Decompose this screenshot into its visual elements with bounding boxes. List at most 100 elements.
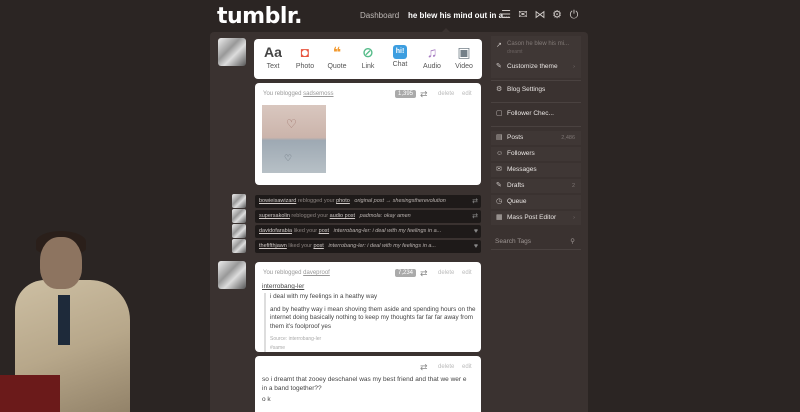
mail-icon[interactable]: ✉ [517, 9, 529, 21]
reblog-icon: ⇄ [472, 198, 478, 205]
app-icon: ▢ [496, 110, 503, 117]
reblog-icon[interactable]: ⇄ [420, 362, 428, 373]
source-blog-link[interactable]: sadsemoss [303, 91, 333, 97]
post-type-quote[interactable]: ❝ Quote [322, 43, 352, 70]
heart-drawing-icon-2: ♡ [284, 153, 293, 163]
sidebar-item-messages[interactable]: ✉ Messages [491, 163, 581, 177]
heart-icon: ♥ [473, 243, 478, 250]
post-card-1: You reblogged sadsemoss 1,395 ⇄ delete e… [255, 83, 481, 185]
divider [491, 80, 581, 81]
divider [491, 102, 581, 103]
grid-icon: ▦ [496, 214, 503, 221]
post-card-2: You reblogged daveproof 7,234 ⇄ delete e… [255, 262, 481, 352]
list-icon[interactable]: ☰ [500, 9, 512, 21]
posts-icon: ▤ [496, 134, 503, 141]
reblog-icon[interactable]: ⇄ [420, 268, 428, 279]
notification-avatar[interactable] [232, 209, 246, 223]
tie-shape [58, 295, 70, 345]
text-icon: Aa [264, 44, 282, 60]
sidebar-item-queue[interactable]: ◷ Queue [491, 195, 581, 209]
chevron-right-icon: › [573, 215, 575, 221]
camera-icon: ◘ [300, 44, 310, 60]
tumblr-logo[interactable]: tumblr. [217, 4, 302, 29]
quote-line-2: and by heathy way i mean shoving them as… [270, 305, 476, 330]
search-icon: ⚲ [570, 238, 575, 245]
blog-title-link[interactable]: he blew his mind out in a... [408, 11, 510, 20]
notification-avatar[interactable] [232, 239, 246, 253]
post-tag[interactable]: #same [270, 344, 478, 353]
drafts-count: 2 [571, 183, 575, 189]
post-header: You reblogged daveproof [263, 270, 330, 276]
delete-link[interactable]: delete [438, 91, 454, 97]
sidebar-item-drafts[interactable]: ✎ Drafts 2 [491, 179, 581, 193]
chat-icon: hi! [393, 45, 407, 59]
notification-row[interactable]: davidofarabia liked your post interroban… [255, 225, 481, 238]
followers-icon: ☺ [496, 150, 504, 157]
notification-avatar[interactable] [232, 194, 246, 208]
external-link-icon: ↗ [496, 42, 502, 49]
posts-count: 2,486 [561, 135, 575, 141]
background-photo [0, 225, 140, 412]
sidebar-item-mass-post-editor[interactable]: ▦ Mass Post Editor › [491, 211, 581, 225]
sidebar-item-posts[interactable]: ▤ Posts 2,486 [491, 131, 581, 145]
edit-link[interactable]: edit [462, 364, 472, 370]
link-icon: ⊘ [362, 44, 374, 60]
post-type-video[interactable]: ▣ Video [449, 43, 479, 70]
activity-icon[interactable]: ⋈ [534, 9, 546, 21]
quote-icon: ❝ [332, 44, 342, 60]
reblog-icon[interactable]: ⇄ [420, 89, 428, 100]
reblog-icon: ⇄ [472, 213, 478, 220]
divider [491, 126, 581, 127]
video-camera-icon: ▣ [457, 44, 471, 60]
delete-link[interactable]: delete [438, 364, 454, 370]
post-text-line-2: o k [262, 396, 271, 403]
queue-icon: ◷ [496, 198, 503, 205]
quote-block: i deal with my feelings in a heathy way … [264, 293, 478, 352]
head-shape [40, 237, 82, 289]
post-type-link[interactable]: ⊘ Link [353, 43, 383, 70]
blog-name: Cason he blew his mi... [507, 41, 570, 47]
search-tags-field[interactable]: Search Tags ⚲ [491, 235, 581, 250]
post-author-avatar[interactable] [218, 261, 246, 289]
post-photo[interactable]: ♡ ♡ [262, 105, 326, 173]
blog-settings-link[interactable]: ⚙ Blog Settings [491, 83, 581, 97]
drafts-icon: ✎ [496, 182, 502, 189]
search-tags-placeholder: Search Tags [495, 238, 532, 245]
gear-icon: ⚙ [496, 86, 503, 93]
top-header: tumblr. Dashboard he blew his mind out i… [0, 0, 800, 32]
heart-drawing-icon: ♡ [286, 117, 297, 131]
user-avatar[interactable] [218, 38, 246, 66]
post-type-text[interactable]: Aa Text [258, 43, 288, 70]
post-type-chat[interactable]: hi! Chat [385, 43, 415, 68]
customize-theme-link[interactable]: ✎ Customize theme › [491, 60, 581, 74]
sidebar-item-followers[interactable]: ☺ Followers [491, 147, 581, 161]
edit-link[interactable]: edit [462, 270, 472, 276]
post-type-audio[interactable]: ♫ Audio [417, 43, 447, 70]
settings-icon[interactable]: ⚙ [551, 9, 563, 21]
quote-line-1: i deal with my feelings in a heathy way [270, 293, 378, 300]
post-text-line-1: so i dreamt that zooey deschanel was my … [262, 376, 467, 392]
notification-avatar[interactable] [232, 224, 246, 238]
heart-icon: ♥ [473, 228, 478, 235]
power-icon[interactable]: ⏻ [568, 9, 580, 21]
source-blog-link[interactable]: daveproof [303, 270, 330, 276]
post-header: You reblogged sadsemoss [263, 91, 334, 97]
messages-icon: ✉ [496, 166, 502, 173]
post-type-photo[interactable]: ◘ Photo [290, 43, 320, 70]
notes-count[interactable]: 1,395 [395, 90, 417, 98]
notification-row[interactable]: supersakolin reblogged your audio post p… [255, 210, 481, 223]
post-source[interactable]: Source: interrobang-ler [270, 335, 478, 344]
quoted-username[interactable]: interrobang-ler [262, 283, 304, 290]
book-shape [0, 375, 60, 412]
post-card-3: ⇄ delete edit so i dreamt that zooey des… [255, 356, 481, 412]
notification-row[interactable]: thefifthjawn liked your post interrobang… [255, 240, 481, 253]
dashboard-link[interactable]: Dashboard [360, 11, 399, 20]
edit-link[interactable]: edit [462, 91, 472, 97]
notification-row[interactable]: bowieisawizard reblogged your photo orig… [255, 195, 481, 208]
chevron-right-icon: › [573, 64, 575, 70]
wrench-icon: ✎ [496, 63, 502, 70]
notes-count[interactable]: 7,234 [395, 269, 417, 277]
blog-subtitle: dreamt [507, 49, 523, 55]
follower-check-link[interactable]: ▢ Follower Chec... [491, 107, 581, 121]
delete-link[interactable]: delete [438, 270, 454, 276]
